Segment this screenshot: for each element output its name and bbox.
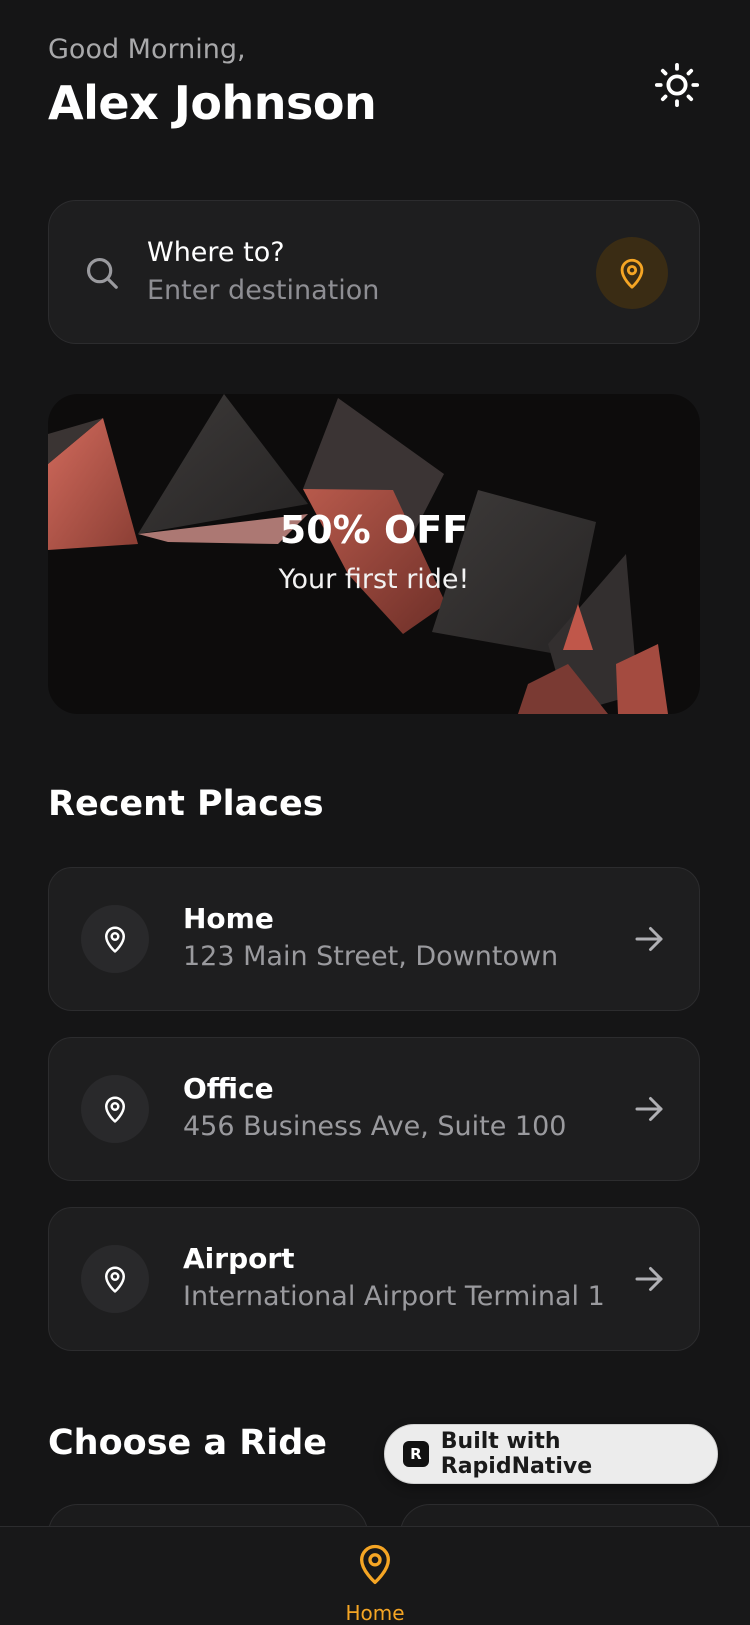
arrow-right-icon	[635, 1097, 663, 1121]
tab-home-label: Home	[345, 1601, 405, 1625]
map-pin-icon	[105, 1096, 125, 1123]
user-name: Alex Johnson	[48, 76, 377, 130]
arrow-right-icon	[635, 927, 663, 951]
place-name: Home	[183, 902, 274, 935]
promo-background-art	[48, 394, 668, 714]
place-name: Office	[183, 1072, 274, 1105]
search-title: Where to?	[147, 237, 285, 268]
badge-text: Built with RapidNative	[440, 1429, 593, 1479]
recent-place-office[interactable]: Office 456 Business Ave, Suite 100	[48, 1037, 700, 1181]
map-pin-icon	[620, 258, 644, 289]
recent-places-heading: Recent Places	[48, 784, 324, 824]
current-location-button[interactable]	[596, 237, 668, 309]
map-pin-icon	[360, 1544, 390, 1584]
place-icon-badge	[81, 905, 149, 973]
built-with-badge[interactable]: R Built with RapidNative	[384, 1424, 718, 1484]
place-address: 123 Main Street, Downtown	[183, 941, 559, 972]
search-input[interactable]: Enter destination	[147, 275, 379, 306]
place-address: International Airport Terminal 1	[183, 1281, 605, 1312]
tab-home[interactable]: Home	[325, 1527, 425, 1625]
place-address: 456 Business Ave, Suite 100	[183, 1111, 567, 1142]
search-icon	[86, 257, 118, 289]
choose-ride-heading: Choose a Ride	[48, 1423, 327, 1463]
bottom-tab-bar: Home	[0, 1526, 750, 1625]
map-pin-icon	[105, 926, 125, 953]
recent-place-home[interactable]: Home 123 Main Street, Downtown	[48, 867, 700, 1011]
sun-icon	[654, 62, 700, 108]
arrow-right-icon	[635, 1267, 663, 1291]
promo-banner[interactable]: 50% OFF Your first ride!	[48, 394, 700, 714]
destination-search-card[interactable]: Where to? Enter destination	[48, 200, 700, 344]
place-icon-badge	[81, 1245, 149, 1313]
theme-toggle-button[interactable]	[652, 60, 702, 110]
promo-title: 50% OFF	[279, 508, 469, 552]
place-name: Airport	[183, 1242, 295, 1275]
map-pin-icon	[105, 1266, 125, 1293]
place-icon-badge	[81, 1075, 149, 1143]
recent-place-airport[interactable]: Airport International Airport Terminal 1	[48, 1207, 700, 1351]
greeting-text: Good Morning,	[48, 34, 246, 65]
promo-subtitle: Your first ride!	[278, 564, 470, 595]
rapidnative-logo-icon: R	[403, 1441, 429, 1467]
